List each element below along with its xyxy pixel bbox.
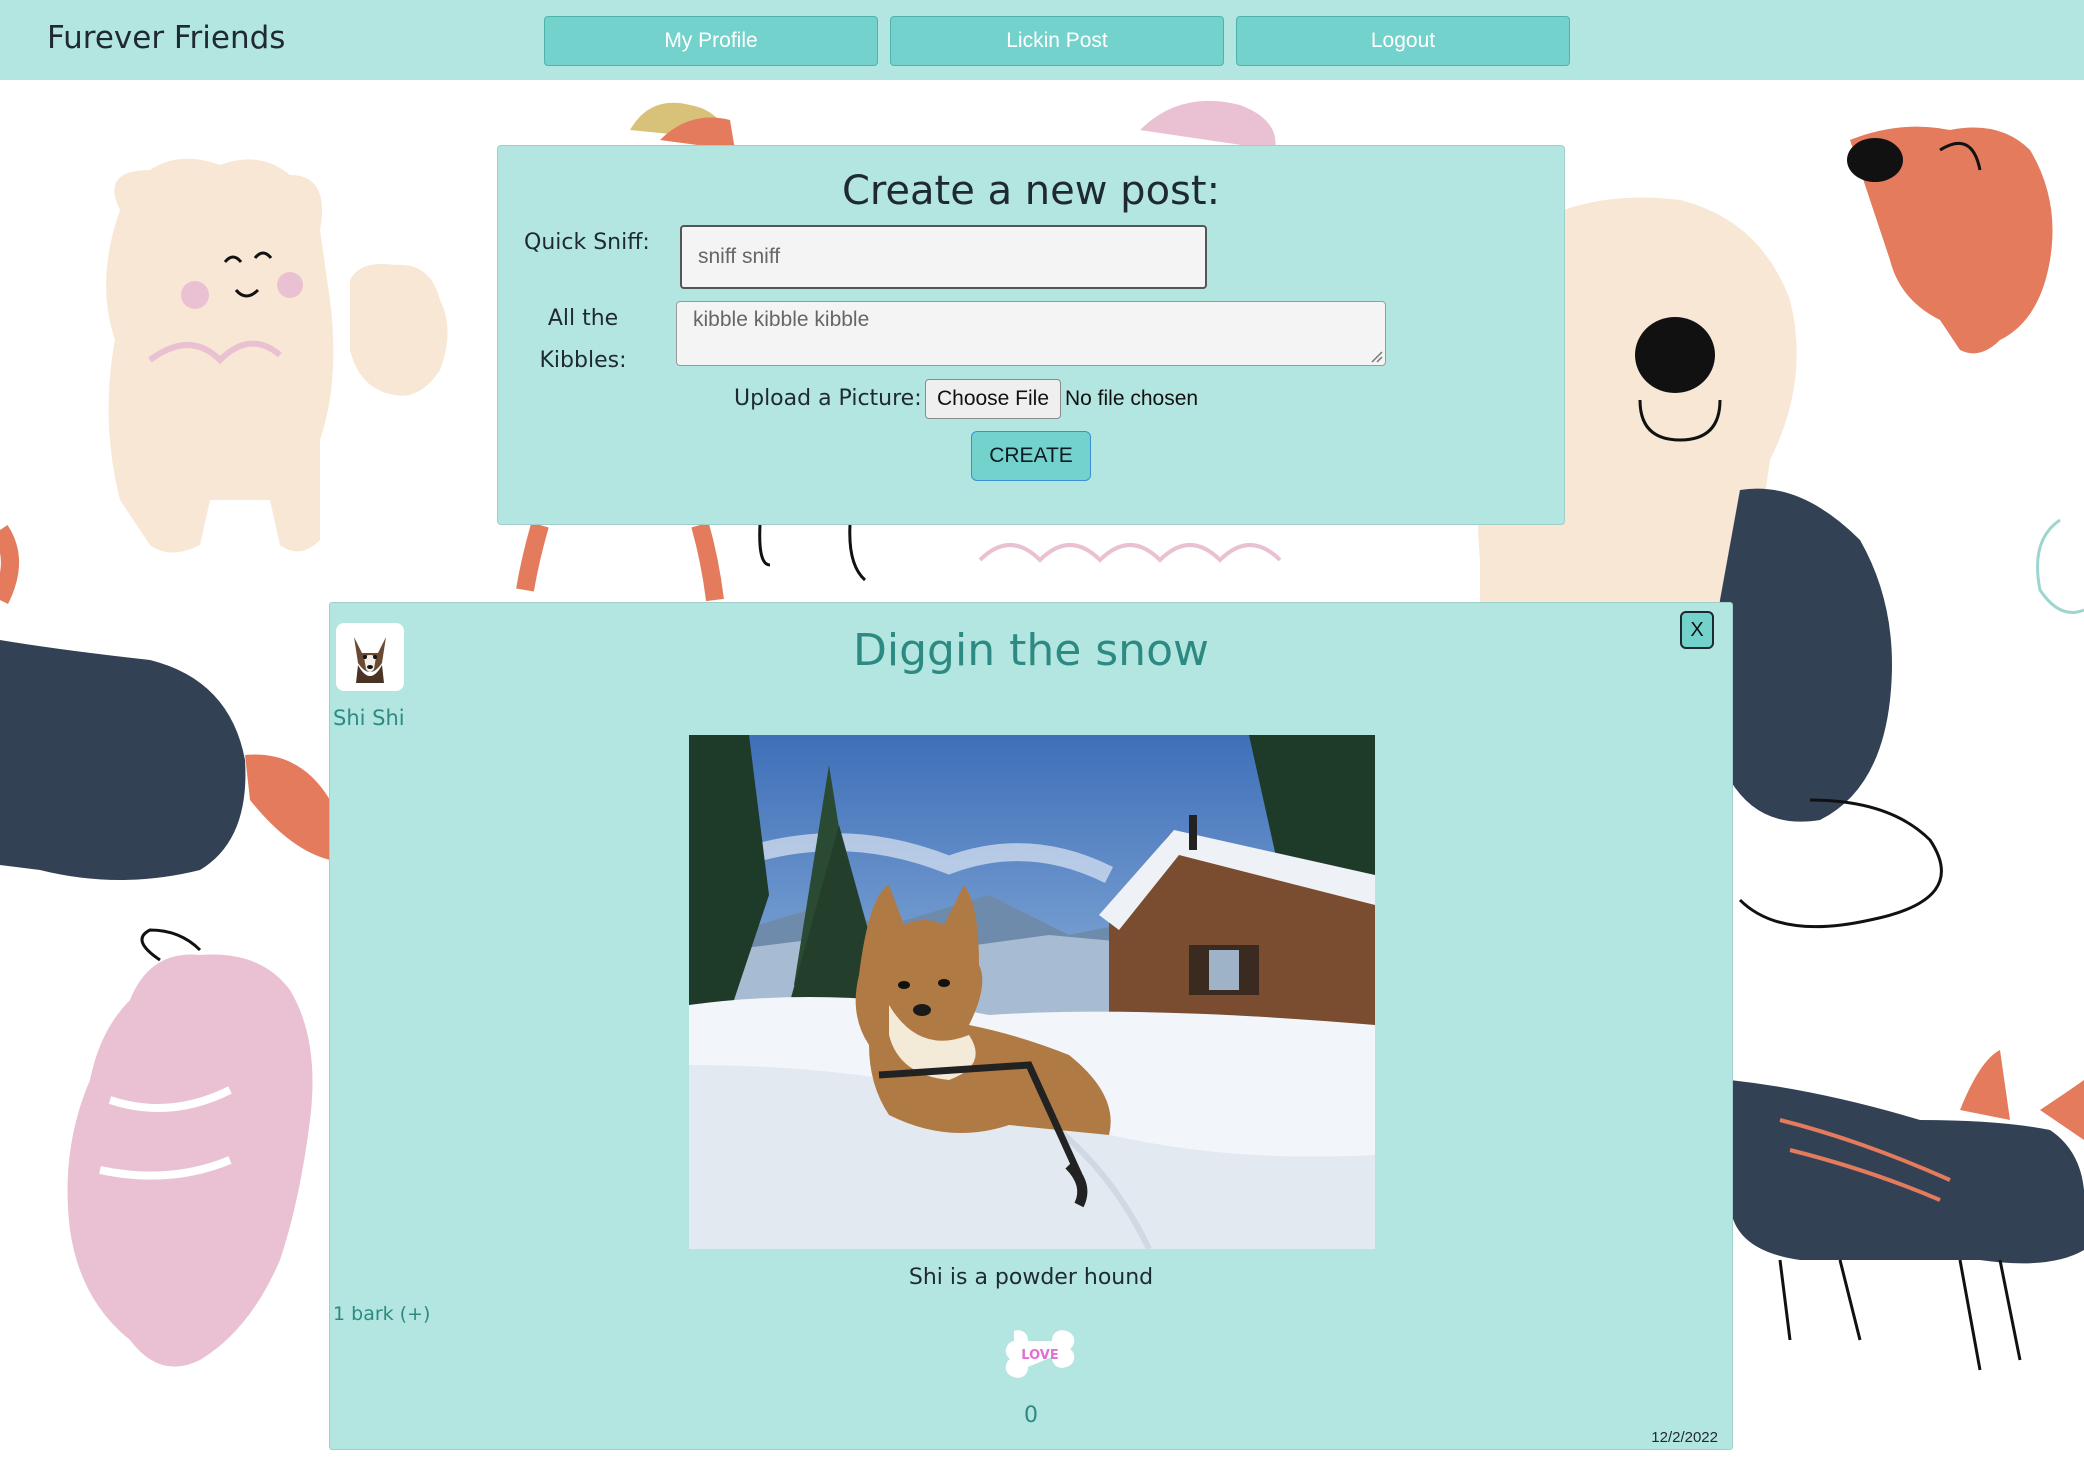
logout-button[interactable]: Logout bbox=[1236, 16, 1570, 66]
mint-outline-illustration bbox=[2036, 518, 2084, 614]
post-caption: Shi is a powder hound bbox=[908, 1265, 1154, 1290]
post-photo bbox=[689, 735, 1375, 1249]
post-date: 12/2/2022 bbox=[1651, 1429, 1718, 1446]
love-label: LOVE bbox=[1021, 1348, 1058, 1363]
quick-sniff-input[interactable]: sniff sniff bbox=[680, 225, 1207, 289]
brand-title[interactable]: Furever Friends bbox=[47, 20, 285, 56]
quick-sniff-label: Quick Sniff: bbox=[524, 230, 650, 255]
navy-dachshund-illustration bbox=[1730, 1050, 2084, 1371]
navbar: Furever Friends My Profile Lickin Post L… bbox=[0, 0, 2084, 80]
orange-legs-illustration bbox=[516, 522, 724, 602]
kibbles-text: kibble kibble kibble bbox=[693, 308, 870, 331]
create-post-form: Create a new post: Quick Sniff: sniff sn… bbox=[497, 145, 1565, 525]
choose-file-button[interactable]: Choose File bbox=[925, 379, 1061, 419]
my-profile-button[interactable]: My Profile bbox=[544, 16, 878, 66]
pink-dog-illustration bbox=[67, 928, 313, 1367]
resize-grip-icon[interactable] bbox=[1369, 349, 1383, 363]
barks-link[interactable]: 1 bark (+) bbox=[333, 1303, 430, 1325]
file-status-text: No file chosen bbox=[1065, 387, 1199, 410]
pink-head-illustration bbox=[1140, 100, 1276, 150]
orange-dog-illustration bbox=[1847, 126, 2053, 354]
create-button[interactable]: CREATE bbox=[971, 431, 1091, 481]
post-title: Diggin the snow bbox=[853, 625, 1209, 676]
kibbles-textarea[interactable]: kibble kibble kibble bbox=[676, 301, 1386, 366]
lickin-post-button[interactable]: Lickin Post bbox=[890, 16, 1224, 66]
create-post-title: Create a new post: bbox=[841, 168, 1221, 214]
love-count: 0 bbox=[1024, 1403, 1038, 1428]
navy-dog-illustration bbox=[0, 525, 330, 880]
cream-dog-illustration bbox=[106, 158, 448, 553]
upload-picture-label: Upload a Picture: bbox=[734, 386, 922, 411]
pink-fluff-illustration bbox=[978, 543, 1282, 563]
love-bone-icon[interactable]: LOVE bbox=[1000, 1323, 1080, 1385]
kibbles-label: All the Kibbles: bbox=[539, 306, 627, 373]
black-legs-illustration bbox=[758, 524, 867, 582]
post-author[interactable]: Shi Shi bbox=[333, 706, 405, 730]
post-modal: X Shi Shi Diggin the snow Shi is a powde… bbox=[329, 602, 1733, 1450]
